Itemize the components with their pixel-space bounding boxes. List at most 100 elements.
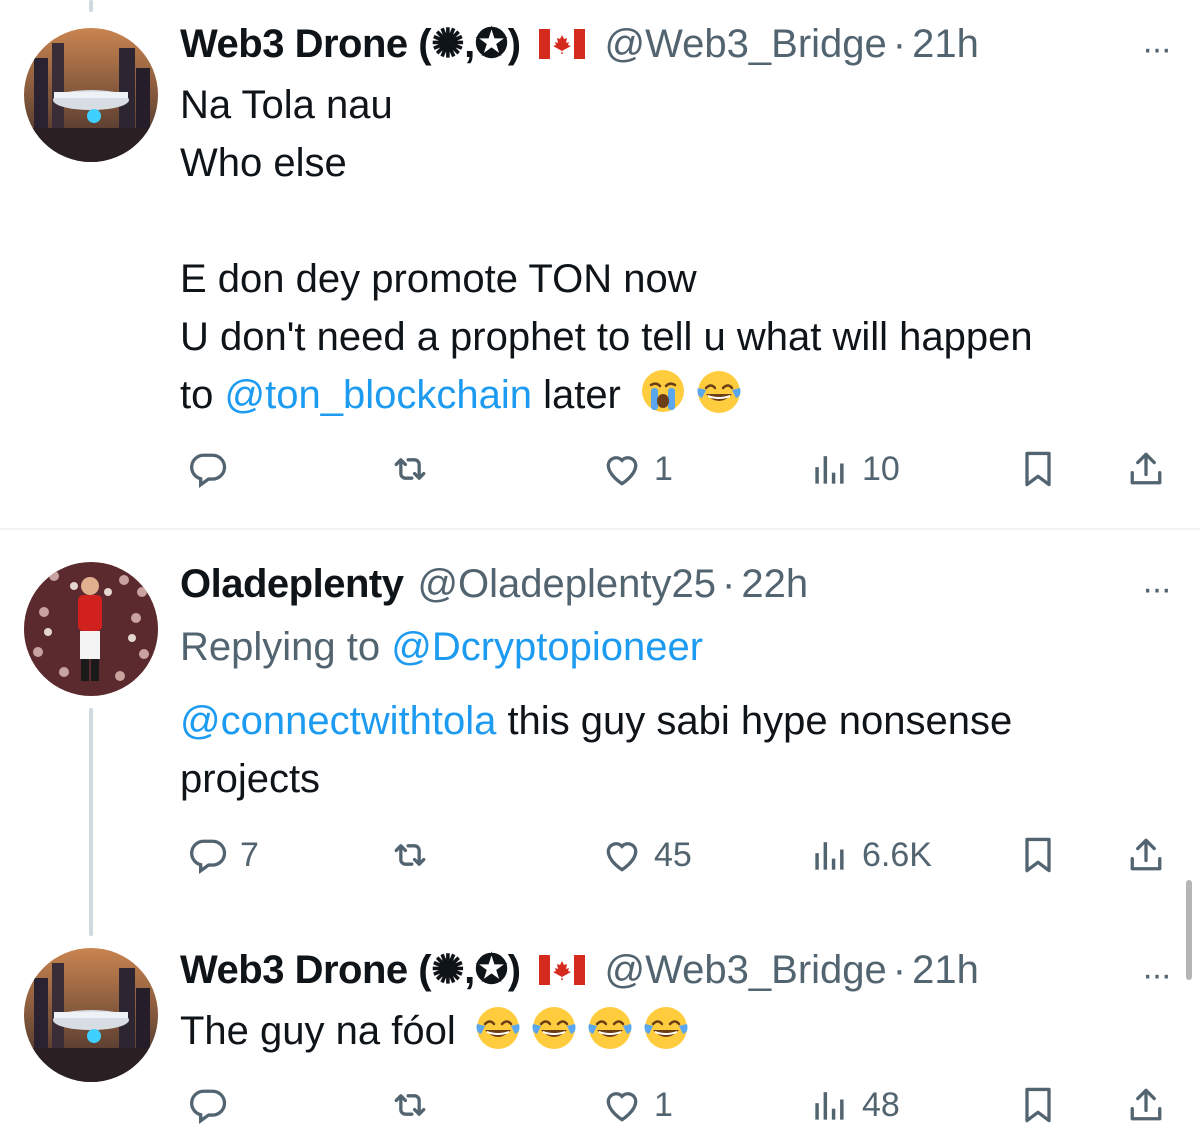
tweet-text: The guy na fóol — [180, 1002, 691, 1060]
text-line: Who else — [180, 141, 347, 185]
action-bar: 1 48 — [180, 1080, 1170, 1130]
bookmark-button[interactable] — [1016, 1080, 1060, 1130]
display-name[interactable]: Web3 Drone (✺,✪) — [180, 947, 521, 993]
repost-button[interactable] — [388, 830, 442, 880]
share-button[interactable] — [1124, 444, 1168, 494]
share-icon — [1124, 1083, 1168, 1127]
more-options-icon[interactable]: ··· — [1142, 956, 1172, 995]
canada-flag-icon — [539, 955, 585, 985]
tweet-text: Na Tola nau Who else E don dey promote T… — [180, 76, 1033, 424]
text-line: Na Tola nau — [180, 83, 393, 127]
like-button[interactable]: 1 — [600, 444, 673, 494]
like-button[interactable]: 1 — [600, 1080, 673, 1130]
separator-dot: · — [722, 561, 736, 606]
views-count: 10 — [862, 449, 900, 488]
reply-button[interactable]: 7 — [186, 830, 259, 880]
repost-icon — [388, 1083, 432, 1127]
tweet-header: Web3 Drone (✺,✪) @Web3_Bridge · 21h — [180, 940, 979, 1000]
bookmark-icon — [1016, 1083, 1060, 1127]
timestamp[interactable]: 21h — [912, 22, 979, 67]
tweet-divider — [0, 528, 1200, 530]
thread-connector-top — [89, 0, 93, 12]
repost-button[interactable] — [388, 1080, 442, 1130]
replying-to-line: Replying to @Dcryptopioneer — [180, 618, 703, 676]
timestamp[interactable]: 21h — [912, 948, 979, 993]
tweet-2[interactable]: Oladeplenty @Oladeplenty25 · 22h ··· Rep… — [0, 554, 1200, 894]
reply-icon — [186, 447, 230, 491]
views-icon — [808, 833, 852, 877]
replying-to-mention[interactable]: @Dcryptopioneer — [391, 625, 703, 669]
crying-face-emoji-icon — [638, 366, 688, 416]
bookmark-button[interactable] — [1016, 444, 1060, 494]
canada-flag-icon — [539, 29, 585, 59]
share-icon — [1124, 833, 1168, 877]
display-name[interactable]: Oladeplenty — [180, 562, 404, 607]
share-button[interactable] — [1124, 1080, 1168, 1130]
views-button[interactable]: 6.6K — [808, 830, 932, 880]
scrollbar[interactable] — [1186, 880, 1192, 980]
timestamp[interactable]: 22h — [741, 562, 808, 607]
avatar[interactable] — [24, 28, 158, 162]
like-count: 1 — [654, 449, 673, 488]
tears-of-joy-emoji-icon — [641, 1002, 691, 1052]
views-icon — [808, 447, 852, 491]
tears-of-joy-emoji-icon — [694, 366, 744, 416]
mention-link[interactable]: @connectwithtola — [180, 699, 496, 743]
tears-of-joy-emoji-icon — [529, 1002, 579, 1052]
reply-button[interactable] — [186, 1080, 240, 1130]
repost-button[interactable] — [388, 444, 442, 494]
user-handle[interactable]: @Oladeplenty25 — [417, 562, 716, 607]
text-segment: to — [180, 373, 225, 417]
action-bar: 1 10 — [180, 444, 1170, 494]
tears-of-joy-emoji-icon — [585, 1002, 635, 1052]
reply-button[interactable] — [186, 444, 240, 494]
more-options-icon[interactable]: ··· — [1142, 570, 1172, 609]
repost-icon — [388, 447, 432, 491]
text-line: @connectwithtola this guy sabi hype nons… — [180, 692, 1012, 750]
like-count: 1 — [654, 1085, 673, 1124]
share-icon — [1124, 447, 1168, 491]
avatar[interactable] — [24, 948, 158, 1082]
share-button[interactable] — [1124, 830, 1168, 880]
views-count: 48 — [862, 1085, 900, 1124]
text-line: U don't need a prophet to tell u what wi… — [180, 315, 1033, 359]
user-handle[interactable]: @Web3_Bridge — [605, 948, 887, 993]
text-line: E don dey promote TON now — [180, 257, 697, 301]
bookmark-button[interactable] — [1016, 830, 1060, 880]
separator-dot: · — [892, 21, 907, 66]
tweet-text: @connectwithtola this guy sabi hype nons… — [180, 692, 1012, 808]
action-bar: 7 45 6.6K — [180, 830, 1170, 880]
tears-of-joy-emoji-icon — [473, 1002, 523, 1052]
text-segment: The guy na fóol — [180, 1009, 456, 1053]
mention-link[interactable]: @ton_blockchain — [224, 373, 531, 417]
tweet-1[interactable]: Web3 Drone (✺,✪) @Web3_Bridge · 21h ··· … — [0, 14, 1200, 524]
text-segment: this guy sabi hype nonsense — [496, 699, 1013, 743]
display-name[interactable]: Web3 Drone (✺,✪) — [180, 21, 521, 67]
text-line: The guy na fóol — [180, 1002, 691, 1060]
heart-icon — [600, 833, 644, 877]
like-count: 45 — [654, 835, 692, 874]
reply-icon — [186, 833, 230, 877]
heart-icon — [600, 1083, 644, 1127]
reply-count: 7 — [240, 835, 259, 874]
views-button[interactable]: 48 — [808, 1080, 900, 1130]
more-options-icon[interactable]: ··· — [1142, 30, 1172, 69]
bookmark-icon — [1016, 447, 1060, 491]
text-line: to @ton_blockchain later — [180, 366, 1033, 424]
repost-icon — [388, 833, 432, 877]
views-icon — [808, 1083, 852, 1127]
separator-dot: · — [892, 947, 907, 992]
views-button[interactable]: 10 — [808, 444, 900, 494]
tweet-header: Web3 Drone (✺,✪) @Web3_Bridge · 21h — [180, 14, 979, 74]
user-handle[interactable]: @Web3_Bridge — [605, 22, 887, 67]
reply-icon — [186, 1083, 230, 1127]
avatar[interactable] — [24, 562, 158, 696]
views-count: 6.6K — [862, 835, 932, 874]
tweet-3[interactable]: Web3 Drone (✺,✪) @Web3_Bridge · 21h ··· … — [0, 940, 1200, 1144]
tweet-header: Oladeplenty @Oladeplenty25 · 22h — [180, 554, 808, 614]
like-button[interactable]: 45 — [600, 830, 692, 880]
heart-icon — [600, 447, 644, 491]
text-segment: later — [531, 373, 621, 417]
text-line: projects — [180, 757, 321, 801]
bookmark-icon — [1016, 833, 1060, 877]
